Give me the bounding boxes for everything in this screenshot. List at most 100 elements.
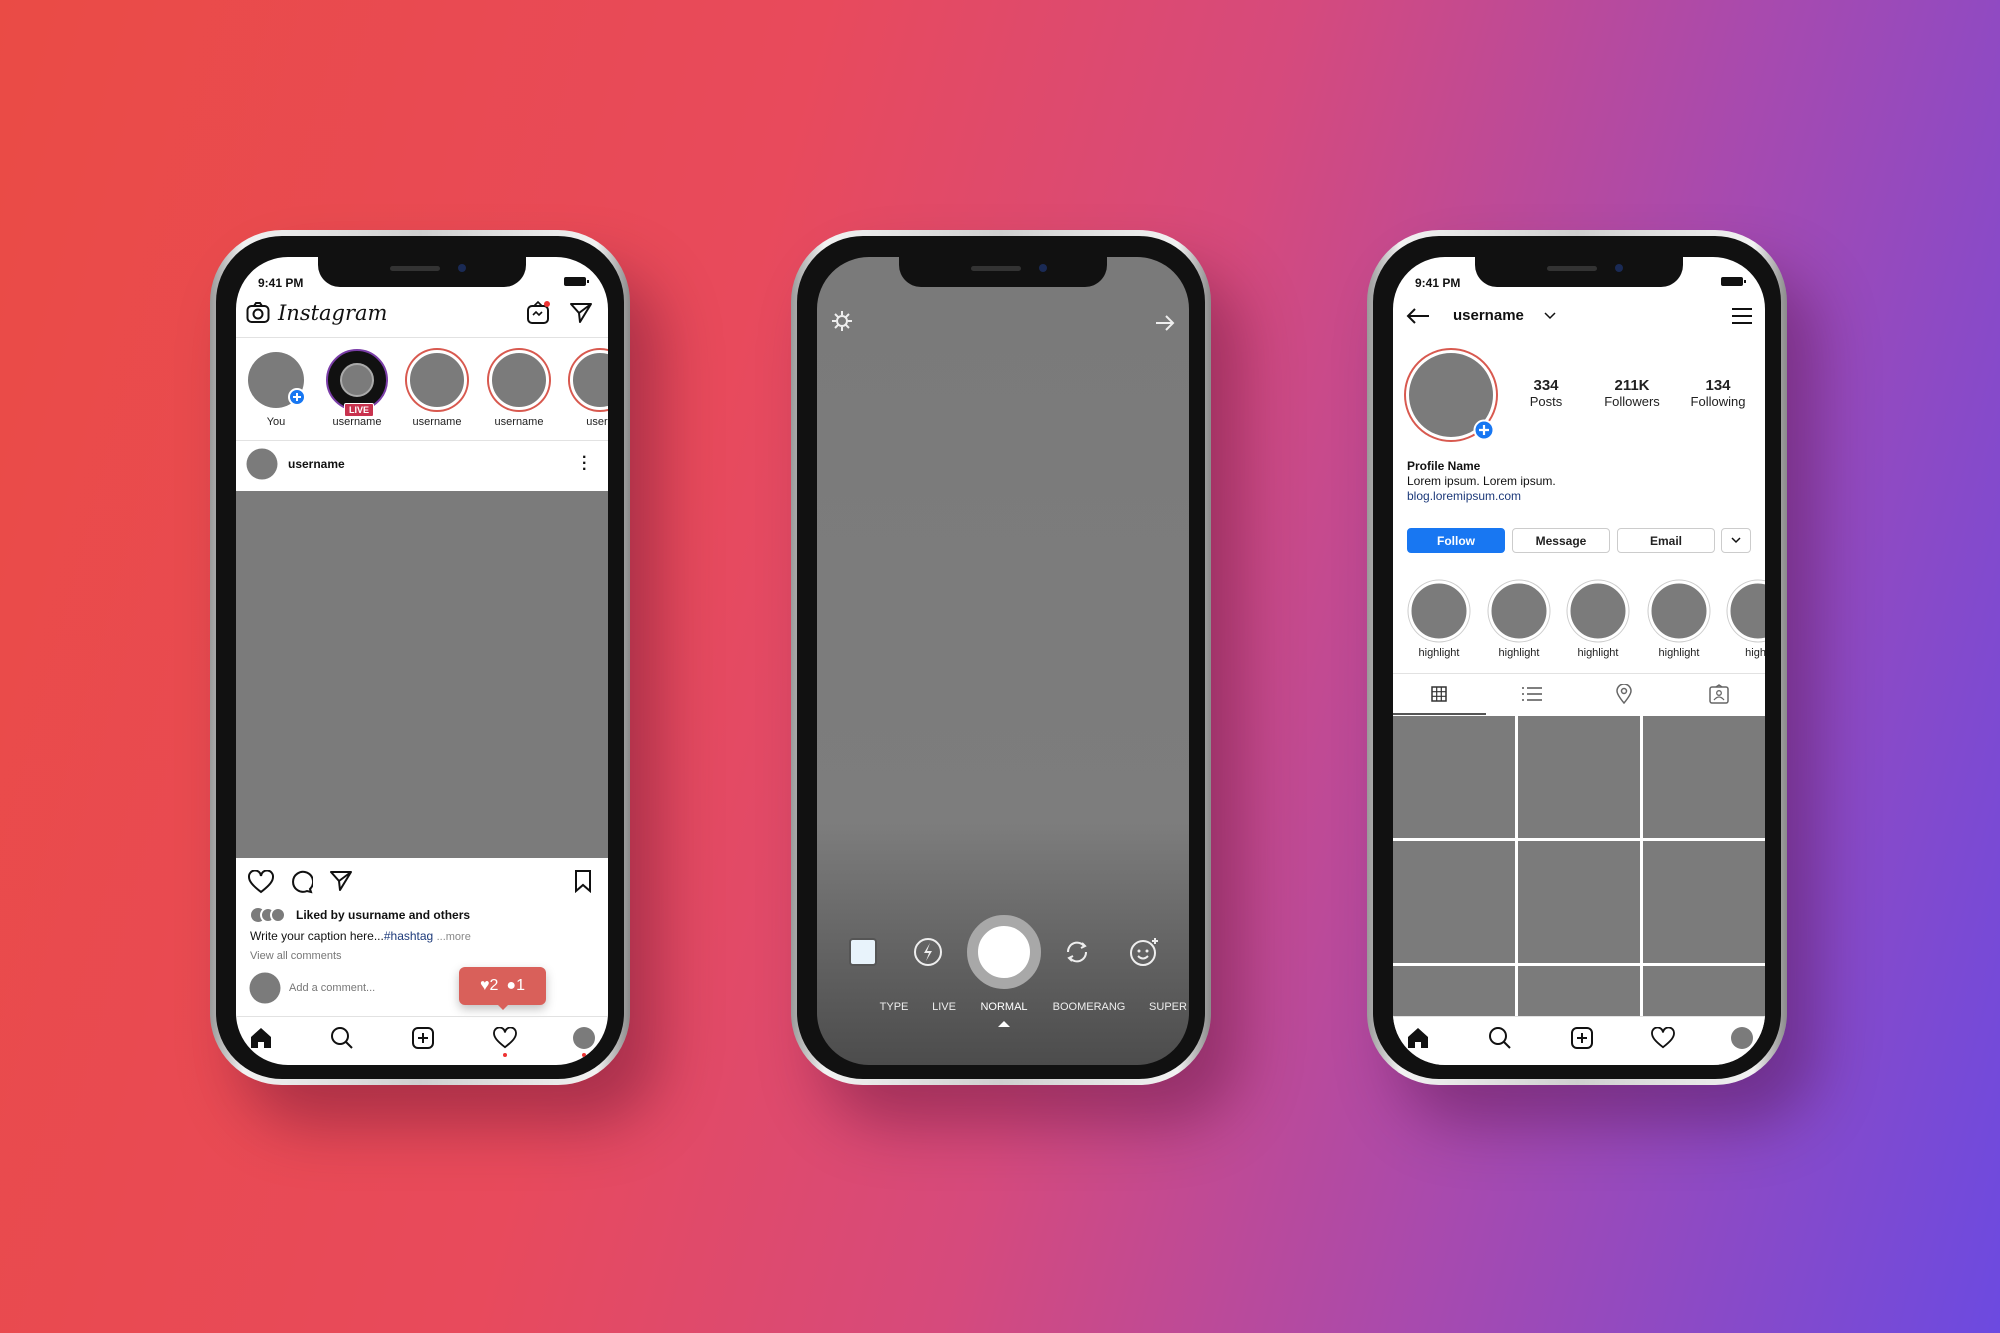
- phone-profile: 9:41 PM username 334 Posts 211K Follower…: [1367, 230, 1787, 1085]
- view-comments-link[interactable]: View all comments: [250, 950, 342, 962]
- highlight-circle[interactable]: [1408, 580, 1470, 642]
- profile-name: Profile Name: [1407, 459, 1481, 473]
- liked-by-text[interactable]: Liked by usurname and others: [296, 908, 470, 922]
- chevron-down-icon[interactable]: [1544, 312, 1556, 320]
- notch: [1475, 257, 1683, 287]
- activity-icon[interactable]: [1651, 1027, 1675, 1049]
- caption-text: Write your caption here...: [250, 929, 384, 943]
- type-mode-icon[interactable]: [849, 938, 877, 966]
- share-icon[interactable]: [329, 870, 353, 892]
- divider: [1393, 673, 1765, 674]
- more-link[interactable]: ...more: [437, 931, 471, 943]
- highlight-circle[interactable]: [1727, 580, 1765, 642]
- post-image[interactable]: [236, 491, 608, 858]
- grid-post[interactable]: [1643, 841, 1765, 963]
- grid-view-icon[interactable]: [1431, 686, 1447, 702]
- grid-post[interactable]: [1518, 716, 1640, 838]
- arrow-right-icon[interactable]: [1154, 313, 1176, 333]
- location-icon[interactable]: [1616, 684, 1632, 704]
- grid-post[interactable]: [1393, 841, 1515, 963]
- profile-bio: Lorem ipsum. Lorem ipsum.: [1407, 474, 1556, 488]
- add-story-icon[interactable]: [1473, 419, 1495, 441]
- direct-message-icon[interactable]: [569, 302, 593, 324]
- phone-camera: TYPE LIVE NORMAL BOOMERANG SUPER: [791, 230, 1211, 1085]
- grid-post[interactable]: [1393, 716, 1515, 838]
- mode-type[interactable]: TYPE: [880, 1001, 909, 1013]
- live-badge: LIVE: [344, 403, 375, 417]
- activity-notification[interactable]: ♥2 ●1: [459, 967, 546, 1005]
- following-label[interactable]: Following: [1691, 394, 1746, 409]
- following-count: 134: [1705, 377, 1731, 394]
- switch-camera-icon[interactable]: [1062, 939, 1092, 965]
- story-avatar[interactable]: [489, 350, 549, 410]
- settings-icon[interactable]: [831, 310, 853, 332]
- back-arrow-icon[interactable]: [1405, 307, 1431, 325]
- story-label: username: [332, 416, 382, 428]
- flash-icon[interactable]: [913, 937, 943, 967]
- highlight-circle[interactable]: [1488, 580, 1550, 642]
- story-avatar[interactable]: [407, 350, 467, 410]
- home-icon[interactable]: [1406, 1027, 1430, 1049]
- new-post-icon[interactable]: [411, 1026, 435, 1050]
- email-button[interactable]: Email: [1617, 528, 1715, 553]
- profile-link[interactable]: blog.loremipsum.com: [1407, 489, 1521, 503]
- follow-button[interactable]: Follow: [1407, 528, 1505, 553]
- menu-icon[interactable]: [1731, 307, 1753, 325]
- add-story-icon[interactable]: [288, 388, 306, 406]
- liker-avatars: [251, 907, 286, 923]
- shutter-button[interactable]: [967, 915, 1041, 989]
- followers-label[interactable]: Followers: [1604, 394, 1660, 409]
- tagged-icon[interactable]: [1709, 684, 1729, 704]
- followers-count: 211K: [1614, 377, 1650, 394]
- activity-icon[interactable]: [493, 1027, 517, 1049]
- like-icon[interactable]: [248, 870, 274, 894]
- post-username[interactable]: username: [288, 457, 345, 471]
- battery-icon: [1721, 277, 1746, 286]
- suggestions-dropdown[interactable]: [1721, 528, 1751, 553]
- notification-likes: ♥2: [480, 977, 499, 994]
- profile-screen: 9:41 PM username 334 Posts 211K Follower…: [1393, 257, 1765, 1065]
- highlight-label: highli: [1745, 647, 1765, 659]
- camera-icon[interactable]: [246, 302, 270, 324]
- posts-label[interactable]: Posts: [1530, 394, 1563, 409]
- brand-logo: Instagram: [278, 301, 388, 325]
- bookmark-icon[interactable]: [574, 869, 592, 893]
- highlight-circle[interactable]: [1567, 580, 1629, 642]
- list-view-icon[interactable]: [1521, 686, 1543, 702]
- grid-post[interactable]: [1518, 841, 1640, 963]
- face-effects-icon[interactable]: [1129, 936, 1161, 968]
- mode-boomerang[interactable]: BOOMERANG: [1053, 1001, 1126, 1013]
- caption: Write your caption here...#hashtag ...mo…: [250, 929, 471, 943]
- chevron-down-icon: [1731, 537, 1741, 544]
- highlight-label: highlight: [1577, 647, 1619, 659]
- mode-super[interactable]: SUPER: [1149, 1001, 1187, 1013]
- comment-icon[interactable]: [289, 870, 313, 894]
- divider: [236, 337, 608, 338]
- story-label: username: [412, 416, 462, 428]
- search-icon[interactable]: [330, 1026, 354, 1050]
- profile-tab-avatar[interactable]: [1731, 1027, 1753, 1049]
- story-label: username: [494, 416, 544, 428]
- profile-tab-avatar[interactable]: [573, 1027, 595, 1049]
- highlight-label: highlight: [1498, 647, 1540, 659]
- hashtag-link[interactable]: #hashtag: [384, 929, 433, 943]
- new-post-icon[interactable]: [1570, 1026, 1594, 1050]
- highlight-label: highlight: [1418, 647, 1460, 659]
- add-comment-input[interactable]: Add a comment...: [289, 982, 375, 994]
- profile-dot: [582, 1053, 586, 1057]
- igtv-icon[interactable]: [526, 299, 552, 325]
- profile-username[interactable]: username: [1453, 307, 1524, 324]
- highlight-circle[interactable]: [1648, 580, 1710, 642]
- mode-normal[interactable]: NORMAL: [980, 1001, 1027, 1013]
- story-label: usern: [586, 416, 608, 428]
- home-icon[interactable]: [249, 1027, 273, 1049]
- more-options-icon[interactable]: · · ·: [582, 450, 587, 478]
- story-avatar[interactable]: [570, 350, 608, 410]
- message-button[interactable]: Message: [1512, 528, 1610, 553]
- phone-feed: 9:41 PM Instagram LIVE You username user…: [210, 230, 630, 1085]
- camera-screen[interactable]: TYPE LIVE NORMAL BOOMERANG SUPER: [817, 257, 1189, 1065]
- post-avatar[interactable]: [246, 448, 278, 480]
- search-icon[interactable]: [1488, 1026, 1512, 1050]
- mode-live[interactable]: LIVE: [932, 1001, 956, 1013]
- grid-post[interactable]: [1643, 716, 1765, 838]
